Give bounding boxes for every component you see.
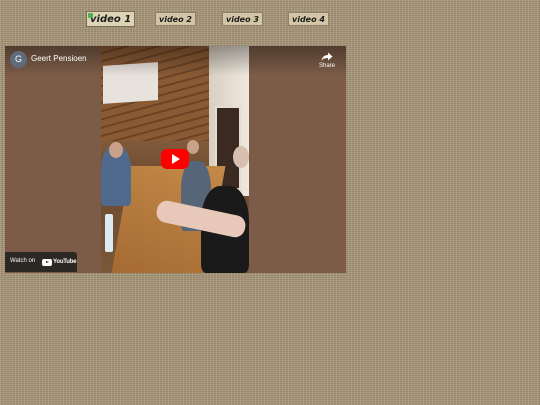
youtube-player[interactable]: G Geert Pensioen Share Watch on YouTube — [5, 46, 346, 273]
video-tabs: video 1 video 2 video 3 video 4 — [0, 11, 540, 30]
tab-label: video 3 — [226, 15, 259, 24]
share-icon — [321, 52, 333, 61]
youtube-wordmark: YouTube — [53, 259, 77, 265]
video-scene-head — [109, 142, 123, 158]
tab-label: video 4 — [292, 15, 325, 24]
share-label: Share — [318, 63, 335, 69]
youtube-logo-icon: YouTube — [42, 257, 77, 267]
watch-on-label: Watch on — [10, 258, 36, 264]
video-scene-head — [187, 140, 199, 154]
tab-video-3[interactable]: video 3 — [222, 12, 263, 26]
player-top-bar: G Geert Pensioen Share — [5, 46, 346, 76]
tab-video-1[interactable]: video 1 — [86, 11, 136, 27]
youtube-play-mark — [42, 258, 52, 266]
share-button[interactable]: Share — [316, 51, 338, 69]
tab-label: video 2 — [159, 15, 192, 24]
tab-video-4[interactable]: video 4 — [288, 12, 329, 26]
channel-avatar[interactable]: G — [10, 51, 27, 68]
tab-video-2[interactable]: video 2 — [155, 12, 196, 26]
video-scene-head — [233, 146, 249, 168]
channel-name[interactable]: Geert Pensioen — [31, 54, 87, 63]
active-tab-marker — [88, 13, 93, 18]
play-icon[interactable] — [161, 149, 189, 169]
tab-label: video 1 — [90, 14, 132, 25]
watch-on-youtube-button[interactable]: Watch on YouTube — [5, 252, 77, 272]
video-scene-bottle — [105, 214, 113, 252]
